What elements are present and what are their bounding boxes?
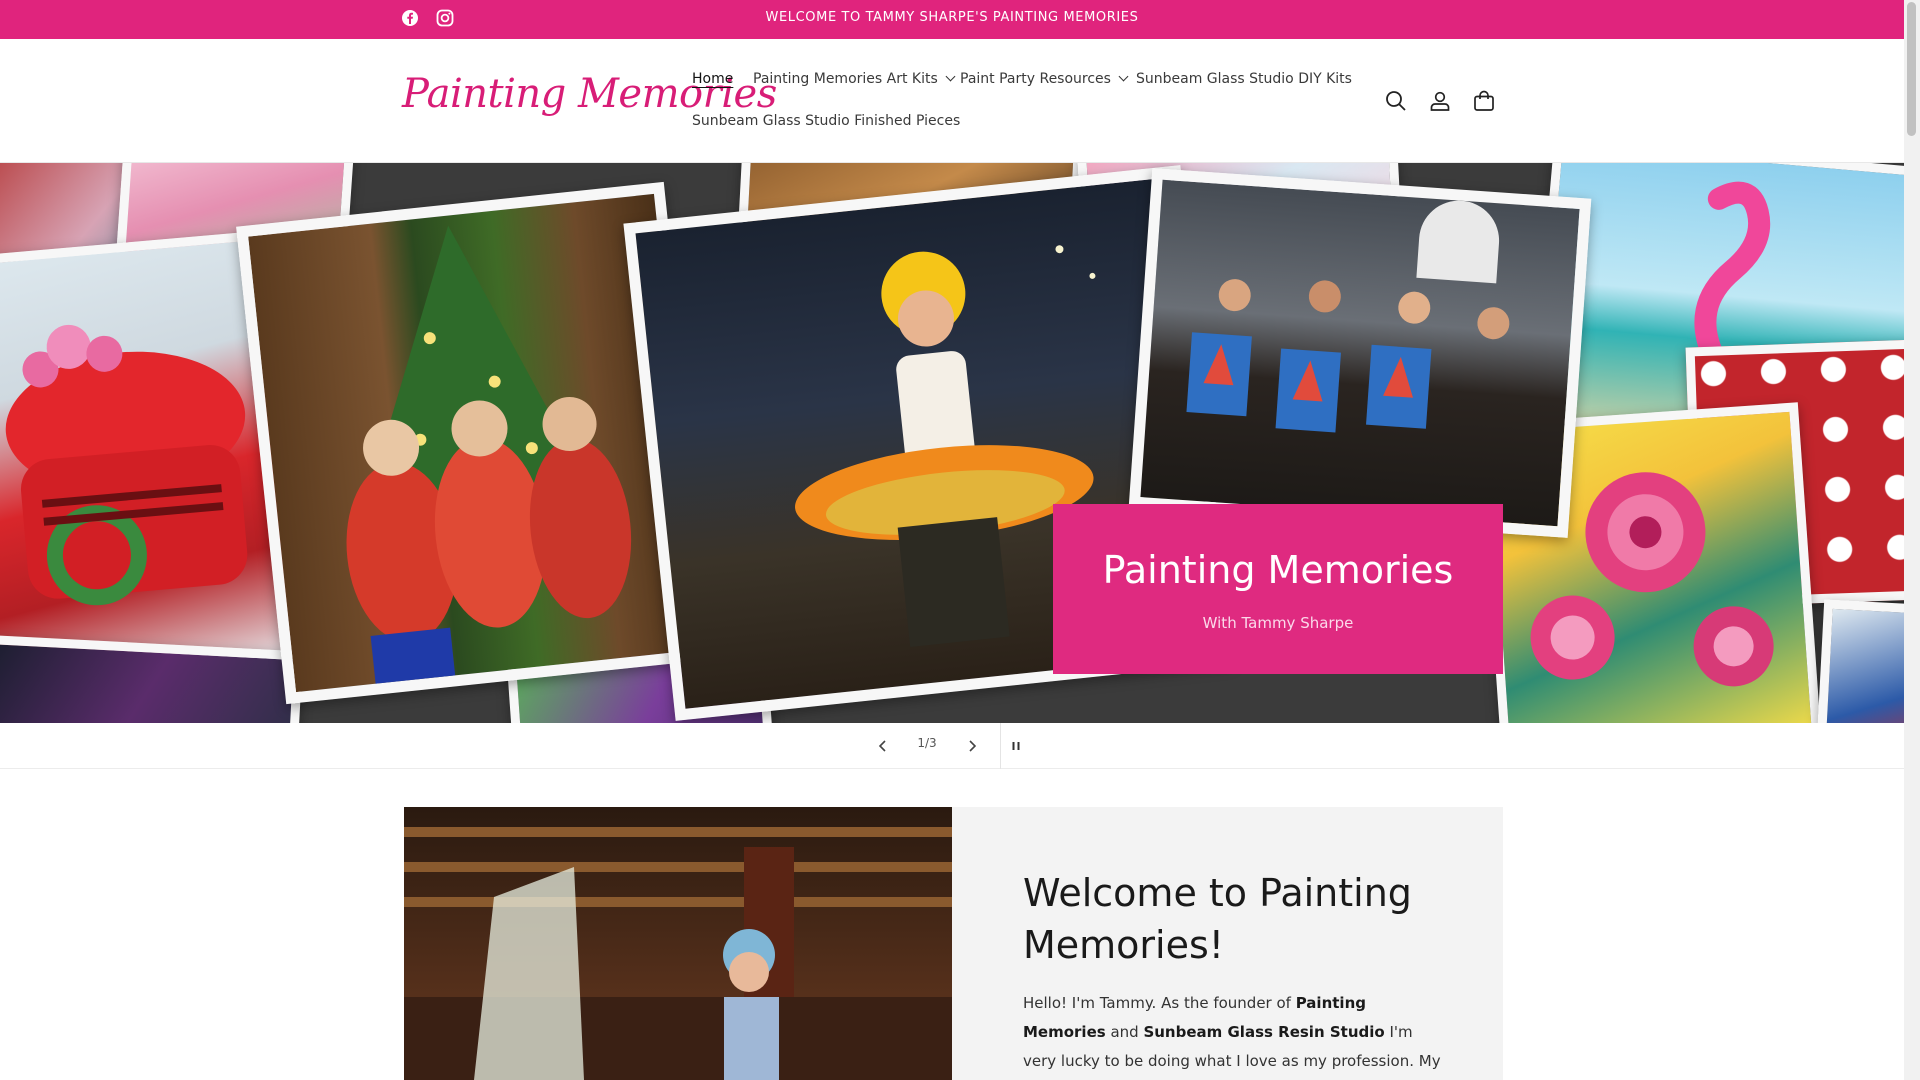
account-icon[interactable] (1428, 89, 1452, 113)
welcome-panel: Welcome to Painting Memories! Hello! I'm… (952, 807, 1503, 1080)
nav-diy-kits-label: Sunbeam Glass Studio DIY Kits (1136, 71, 1352, 87)
welcome-text-part: and (1105, 1023, 1144, 1041)
page-scrollbar[interactable] (1904, 0, 1920, 1080)
nav-home-label: Home (692, 71, 734, 87)
announcement-text: WELCOME TO TAMMY SHARPE'S PAINTING MEMOR… (765, 10, 1139, 25)
collage-photo (1815, 599, 1904, 723)
nav-paint-party-resources-label: Paint Party Resources (960, 71, 1111, 87)
announcement-bar: WELCOME TO TAMMY SHARPE'S PAINTING MEMOR… (0, 0, 1904, 39)
nav-finished-pieces[interactable]: Sunbeam Glass Studio Finished Pieces (692, 113, 960, 129)
hero-slideshow: Painting Memories With Tammy Sharpe (0, 163, 1904, 723)
scrollbar-thumb[interactable] (1907, 2, 1916, 136)
sunbeam-studio-bold: Sunbeam Glass Resin Studio (1143, 1023, 1385, 1041)
chevron-down-icon (1118, 71, 1129, 82)
nav-finished-pieces-label: Sunbeam Glass Studio Finished Pieces (692, 113, 961, 129)
nav-art-kits[interactable]: Painting Memories Art Kits (753, 71, 956, 87)
welcome-image (404, 807, 952, 1080)
nav-art-kits-label: Painting Memories Art Kits (753, 71, 938, 87)
nav-paint-party-resources[interactable]: Paint Party Resources (960, 71, 1129, 87)
group-with-gnome-paintings (1186, 200, 1510, 433)
pause-icon (1012, 742, 1020, 750)
welcome-heading: Welcome to Painting Memories! (1023, 871, 1412, 967)
hero-subtitle: With Tammy Sharpe (1202, 614, 1354, 632)
welcome-paragraph: Hello! I'm Tammy. As the founder of Pain… (1023, 989, 1443, 1080)
slider-controls: 1/3 (0, 723, 1904, 769)
controls-divider (1000, 723, 1001, 769)
previous-slide-button[interactable] (872, 735, 894, 757)
cart-icon[interactable] (1472, 89, 1496, 113)
slide-counter: 1/3 (917, 736, 937, 750)
chevron-right-icon (969, 740, 977, 752)
nav-diy-kits[interactable]: Sunbeam Glass Studio DIY Kits (1136, 71, 1352, 87)
search-icon[interactable] (1384, 89, 1408, 113)
paint-party-group-photo (1128, 168, 1592, 538)
hero-title: Painting Memories (1102, 548, 1454, 592)
fairy-costume-photo (404, 807, 952, 1080)
welcome-text-part: Hello! I'm Tammy. As the founder of (1023, 994, 1296, 1012)
site-header: Painting Memories Home Painting Memories… (0, 39, 1904, 163)
next-slide-button[interactable] (961, 735, 983, 757)
nav-home[interactable]: Home (692, 71, 733, 87)
pause-slideshow-button[interactable] (1005, 735, 1027, 757)
chevron-down-icon (945, 71, 956, 82)
chevron-left-icon (878, 740, 886, 752)
hero-text-box: Painting Memories With Tammy Sharpe (1053, 504, 1503, 674)
